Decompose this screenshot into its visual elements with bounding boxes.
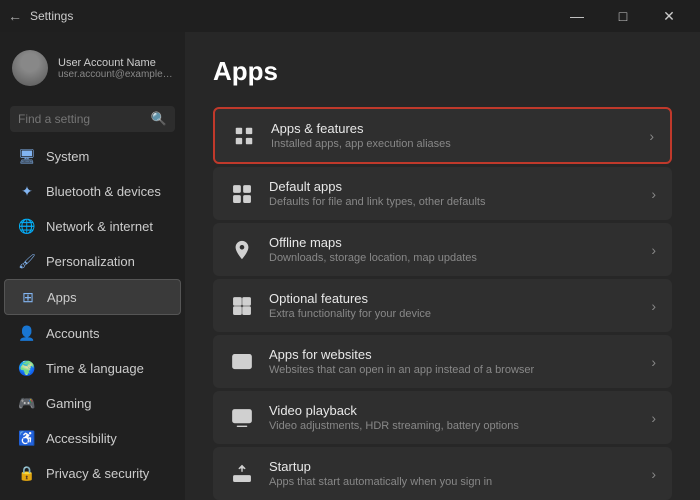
sidebar-item-label-accessibility: Accessibility [46, 431, 117, 446]
accounts-icon: 👤 [18, 324, 36, 342]
offline-maps-icon [229, 237, 255, 263]
default-apps-icon [229, 181, 255, 207]
chevron-right-icon: › [651, 298, 656, 314]
sidebar-item-label-bluetooth: Bluetooth & devices [46, 184, 161, 199]
sidebar-item-apps[interactable]: ⊞ Apps [4, 279, 181, 315]
personalization-icon: 🖌 [18, 252, 36, 270]
setting-title-startup: Startup [269, 459, 637, 474]
setting-title-apps-websites: Apps for websites [269, 347, 637, 362]
sidebar-item-label-network: Network & internet [46, 219, 153, 234]
sidebar-item-update[interactable]: ⟳Windows Update [4, 491, 181, 500]
sidebar-item-label-accounts: Accounts [46, 326, 99, 341]
main-container: User Account Name user.account@example.c… [0, 32, 700, 500]
sidebar-item-personalization[interactable]: 🖌 Personalization [4, 244, 181, 278]
video-playback-icon [229, 405, 255, 431]
setting-text-optional-features: Optional features Extra functionality for… [269, 291, 637, 320]
setting-desc-video-playback: Video adjustments, HDR streaming, batter… [269, 420, 637, 432]
sidebar-item-label-time: Time & language [46, 361, 144, 376]
network-icon: 🌐 [18, 217, 36, 235]
setting-text-default-apps: Default apps Defaults for file and link t… [269, 179, 637, 208]
privacy-icon: 🔒 [18, 464, 36, 482]
setting-title-video-playback: Video playback [269, 403, 637, 418]
setting-title-default-apps: Default apps [269, 179, 637, 194]
setting-desc-default-apps: Defaults for file and link types, other … [269, 196, 637, 208]
user-profile[interactable]: User Account Name user.account@example.c… [0, 40, 185, 96]
chevron-right-icon: › [651, 410, 656, 426]
setting-item-offline-maps[interactable]: Offline maps Downloads, storage location,… [213, 223, 672, 276]
bluetooth-icon: ✦ [18, 182, 36, 200]
minimize-button[interactable]: — [554, 0, 600, 32]
window-controls: — □ ✕ [554, 0, 692, 32]
maximize-button[interactable]: □ [600, 0, 646, 32]
setting-desc-offline-maps: Downloads, storage location, map updates [269, 252, 637, 264]
sidebar-item-accessibility[interactable]: ♿ Accessibility [4, 421, 181, 455]
sidebar-item-network[interactable]: 🌐 Network & internet [4, 209, 181, 243]
setting-desc-optional-features: Extra functionality for your device [269, 308, 637, 320]
sidebar-item-accounts[interactable]: 👤 Accounts [4, 316, 181, 350]
accessibility-icon: ♿ [18, 429, 36, 447]
sidebar-item-gaming[interactable]: 🎮 Gaming [4, 386, 181, 420]
apps-websites-icon [229, 349, 255, 375]
startup-icon [229, 461, 255, 487]
system-icon: 🖥 [18, 147, 36, 165]
setting-desc-startup: Apps that start automatically when you s… [269, 476, 637, 488]
sidebar-item-label-system: System [46, 149, 89, 164]
close-button[interactable]: ✕ [646, 0, 692, 32]
gaming-icon: 🎮 [18, 394, 36, 412]
chevron-right-icon: › [651, 186, 656, 202]
setting-item-startup[interactable]: Startup Apps that start automatically whe… [213, 447, 672, 500]
chevron-right-icon: › [651, 466, 656, 482]
sidebar-item-privacy[interactable]: 🔒 Privacy & security [4, 456, 181, 490]
setting-text-startup: Startup Apps that start automatically whe… [269, 459, 637, 488]
setting-item-apps-features[interactable]: Apps & features Installed apps, app execu… [213, 107, 672, 164]
sidebar-item-label-privacy: Privacy & security [46, 466, 149, 481]
apps-icon: ⊞ [19, 288, 37, 306]
setting-text-video-playback: Video playback Video adjustments, HDR str… [269, 403, 637, 432]
setting-item-apps-websites[interactable]: Apps for websites Websites that can open … [213, 335, 672, 388]
user-name: User Account Name [58, 57, 173, 69]
setting-item-video-playback[interactable]: Video playback Video adjustments, HDR str… [213, 391, 672, 444]
setting-title-optional-features: Optional features [269, 291, 637, 306]
title-bar: ← Settings — □ ✕ [0, 0, 700, 32]
back-button[interactable]: ← [8, 8, 22, 24]
apps-features-icon [231, 123, 257, 149]
setting-text-apps-features: Apps & features Installed apps, app execu… [271, 121, 635, 150]
window-title: Settings [30, 9, 73, 23]
chevron-right-icon: › [651, 242, 656, 258]
setting-desc-apps-websites: Websites that can open in an app instead… [269, 364, 637, 376]
sidebar-item-bluetooth[interactable]: ✦ Bluetooth & devices [4, 174, 181, 208]
sidebar: User Account Name user.account@example.c… [0, 32, 185, 500]
chevron-right-icon: › [649, 128, 654, 144]
search-input[interactable] [18, 112, 145, 126]
setting-text-apps-websites: Apps for websites Websites that can open … [269, 347, 637, 376]
setting-title-offline-maps: Offline maps [269, 235, 637, 250]
settings-list: Apps & features Installed apps, app execu… [213, 107, 672, 500]
optional-features-icon [229, 293, 255, 319]
setting-text-offline-maps: Offline maps Downloads, storage location,… [269, 235, 637, 264]
sidebar-item-label-gaming: Gaming [46, 396, 92, 411]
setting-item-optional-features[interactable]: Optional features Extra functionality for… [213, 279, 672, 332]
user-email: user.account@example.com [58, 69, 173, 80]
search-icon: 🔍 [151, 111, 167, 127]
chevron-right-icon: › [651, 354, 656, 370]
setting-item-default-apps[interactable]: Default apps Defaults for file and link t… [213, 167, 672, 220]
sidebar-item-label-personalization: Personalization [46, 254, 135, 269]
page-title: Apps [213, 56, 672, 87]
time-icon: 🌍 [18, 359, 36, 377]
sidebar-item-time[interactable]: 🌍 Time & language [4, 351, 181, 385]
nav-list: 🖥 System ✦ Bluetooth & devices 🌐 Network & in… [0, 138, 185, 500]
setting-title-apps-features: Apps & features [271, 121, 635, 136]
sidebar-item-label-apps: Apps [47, 290, 77, 305]
content-area: Apps Apps & features Installed apps, app … [185, 32, 700, 500]
avatar [12, 50, 48, 86]
sidebar-item-system[interactable]: 🖥 System [4, 139, 181, 173]
search-box[interactable]: 🔍 [10, 106, 175, 132]
title-bar-left: ← Settings [8, 8, 73, 24]
setting-desc-apps-features: Installed apps, app execution aliases [271, 138, 635, 150]
user-info: User Account Name user.account@example.c… [58, 57, 173, 80]
